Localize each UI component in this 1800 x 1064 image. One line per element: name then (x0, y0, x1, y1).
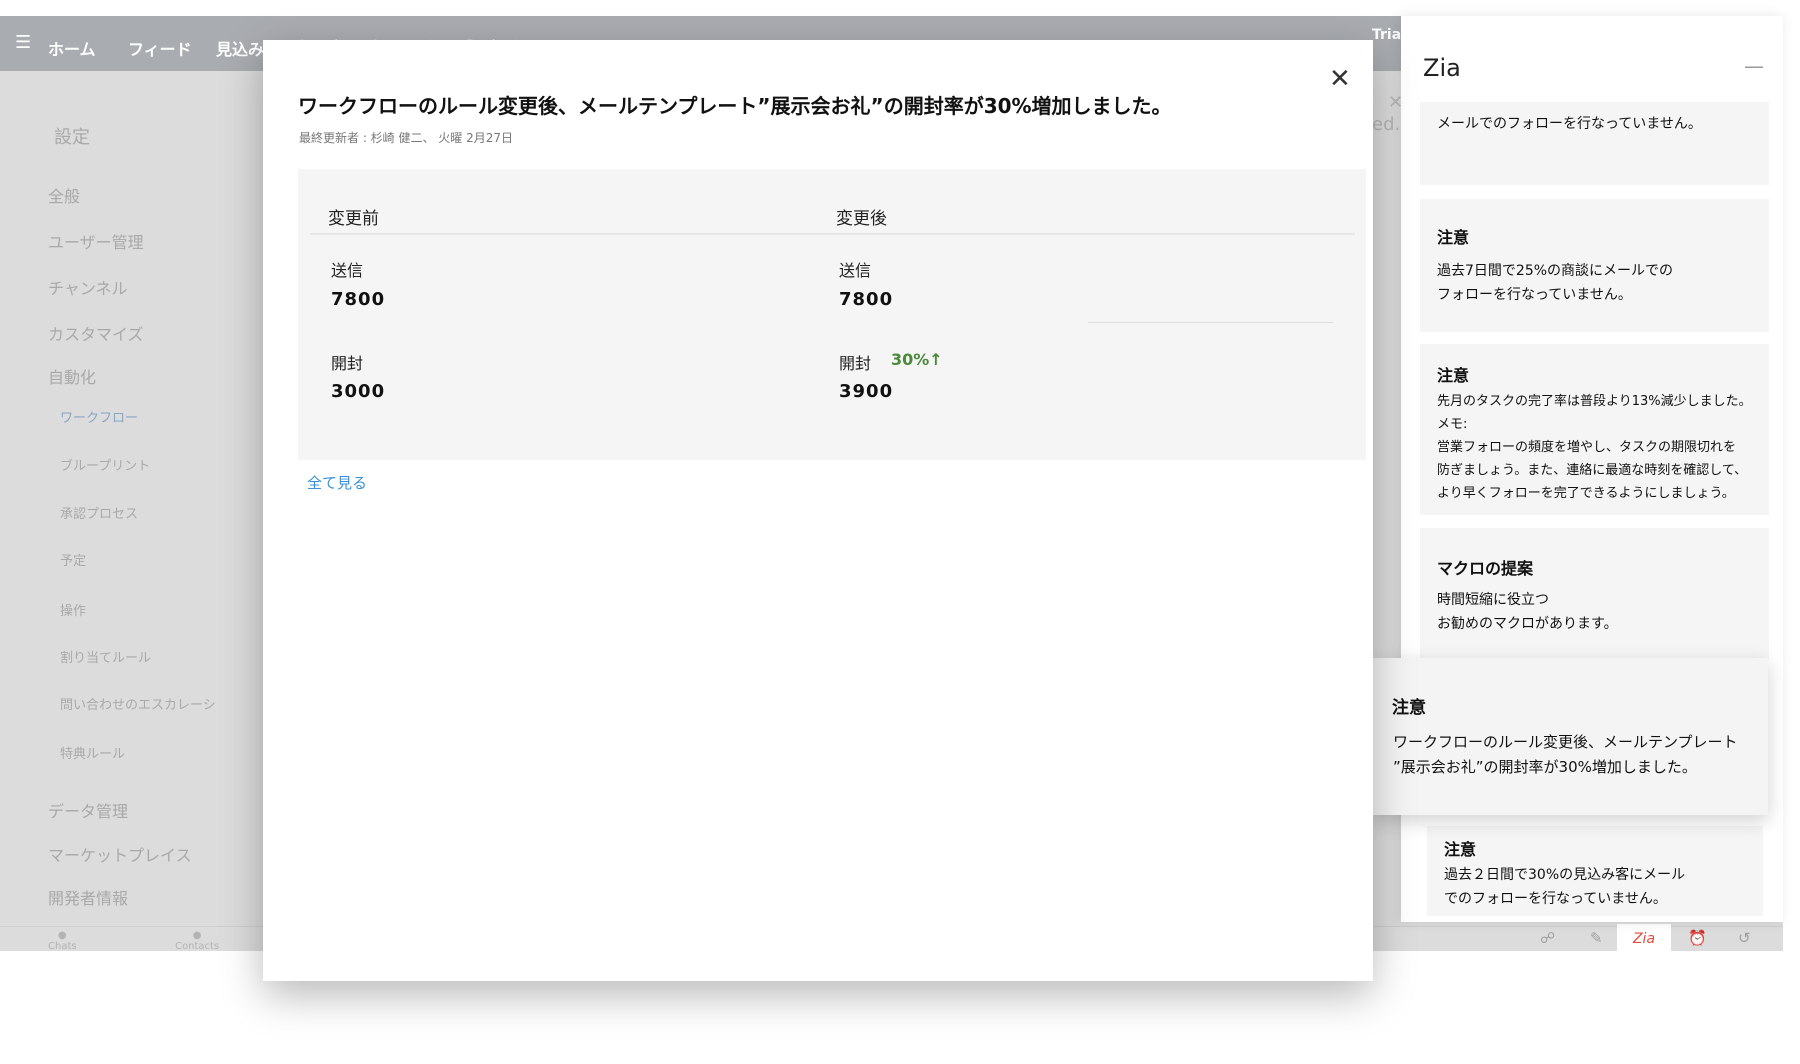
comparison-table: 変更前 変更後 送信 7800 開封 3000 送信 7800 開封 30%↑ … (298, 169, 1366, 460)
nav-tab-feed[interactable]: フィード (128, 36, 192, 60)
zia-card-body: 時間短縮に役立つ お勧めのマクロがあります。 (1437, 592, 1618, 632)
settings-sidebar: 設定 全般 ユーザー管理 チャンネル カスタマイズ 自動化 ワークフロー ブルー… (0, 71, 262, 943)
after-sent-value: 7800 (839, 289, 894, 310)
close-icon[interactable]: ✕ (1329, 64, 1351, 94)
chats-label: Chats (48, 941, 77, 951)
notes-icon[interactable]: ✎ (1590, 929, 1603, 947)
sidebar-item-automation[interactable]: 自動化 (48, 364, 96, 388)
zia-card-title: 注意 (1437, 366, 1470, 385)
zia-card-body: ワークフローのルール変更後、メールテンプレート ”展示会お礼”の開封率が30%増… (1393, 733, 1738, 776)
after-open-label: 開封 (839, 354, 872, 373)
before-open-label: 開封 (331, 354, 364, 373)
history-icon[interactable]: ↺ (1738, 929, 1751, 947)
after-header: 変更後 (836, 209, 887, 229)
sidebar-sub-blueprint[interactable]: ブループリント (60, 455, 150, 474)
zia-card-title: 注意 (1444, 840, 1477, 859)
zia-card-title: マクロの提案 (1437, 559, 1534, 578)
sidebar-item-users[interactable]: ユーザー管理 (48, 229, 144, 253)
sidebar-sub-actions[interactable]: 操作 (60, 600, 86, 619)
sidebar-sub-escalation[interactable]: 問い合わせのエスカレーシ (60, 694, 216, 713)
zia-card[interactable]: 注意 先月のタスクの完了率は普段より13%減少しました。 メモ: 営業フォローの… (1420, 344, 1769, 515)
contacts-shortcut[interactable]: ● Contacts (175, 930, 219, 951)
zia-card[interactable]: メールでのフォローを行なっていません。 (1420, 102, 1769, 185)
sidebar-sub-schedule[interactable]: 予定 (60, 550, 86, 569)
insight-detail-modal: ✕ ワークフローのルール変更後、メールテンプレート”展示会お礼”の開封率が30%… (263, 40, 1373, 981)
contacts-label: Contacts (175, 941, 220, 951)
sidebar-sub-workflow[interactable]: ワークフロー (60, 407, 138, 426)
minimize-icon[interactable]: — (1744, 54, 1764, 78)
gamepad-icon[interactable]: ☍ (1540, 929, 1555, 947)
zia-card-title: 注意 (1392, 698, 1426, 718)
chats-shortcut[interactable]: ● Chats (48, 930, 77, 951)
sidebar-item-channels[interactable]: チャンネル (48, 275, 128, 299)
zia-card-title: 注意 (1437, 228, 1470, 247)
modal-title: ワークフローのルール変更後、メールテンプレート”展示会お礼”の開封率が30%増加… (298, 94, 1172, 118)
sidebar-sub-approval[interactable]: 承認プロセス (60, 503, 138, 522)
menu-icon[interactable]: ☰ (15, 32, 31, 53)
sidebar-sub-assignment[interactable]: 割り当てルール (60, 647, 151, 666)
zia-card[interactable]: マクロの提案 時間短縮に役立つ お勧めのマクロがあります。 (1420, 528, 1769, 660)
row-divider (1088, 322, 1333, 323)
last-updated-meta: 最終更新者 : 杉崎 健二、 火曜 2月27日 (299, 131, 514, 145)
sidebar-item-data[interactable]: データ管理 (48, 798, 128, 822)
zia-card-body: メールでのフォローを行なっていません。 (1437, 116, 1702, 132)
background-text-fragment: ed. (1372, 114, 1401, 135)
see-all-link[interactable]: 全て見る (307, 472, 367, 493)
sidebar-sub-rewards[interactable]: 特典ルール (60, 743, 125, 762)
alarm-icon[interactable]: ⏰ (1688, 929, 1707, 947)
sidebar-item-customize[interactable]: カスタマイズ (48, 321, 144, 345)
zia-highlighted-card[interactable]: 注意 ワークフローのルール変更後、メールテンプレート ”展示会お礼”の開封率が3… (1373, 658, 1768, 815)
sidebar-item-developer[interactable]: 開発者情報 (48, 885, 128, 909)
sidebar-item-marketplace[interactable]: マーケットプレイス (48, 842, 192, 866)
zia-card-body: 先月のタスクの完了率は普段より13%減少しました。 メモ: 営業フォローの頻度を… (1437, 394, 1752, 501)
sidebar-item-general[interactable]: 全般 (48, 183, 80, 207)
zia-card[interactable]: 注意 過去7日間で25%の商談にメールでの フォローを行なっていません。 (1420, 199, 1769, 332)
after-sent-label: 送信 (839, 261, 872, 280)
zia-launcher-button[interactable]: Zia (1617, 924, 1671, 951)
zia-card-body: 過去7日間で25%の商談にメールでの フォローを行なっていません。 (1437, 263, 1674, 303)
nav-tab-prospects[interactable]: 見込み (216, 36, 264, 60)
before-sent-label: 送信 (331, 261, 364, 280)
before-open-value: 3000 (331, 381, 386, 402)
open-rate-change: 30%↑ (891, 350, 943, 369)
zia-card-body: 過去２日間で30%の見込み客にメール でのフォローを行なっていません。 (1444, 867, 1686, 907)
before-sent-value: 7800 (331, 289, 386, 310)
zia-panel-title: Zia (1423, 54, 1461, 82)
zia-card[interactable]: 注意 過去２日間で30%の見込み客にメール でのフォローを行なっていません。 (1427, 826, 1763, 916)
header-divider (310, 233, 1355, 235)
before-header: 変更前 (328, 209, 379, 229)
nav-tab-home[interactable]: ホーム (48, 36, 96, 60)
after-open-value: 3900 (839, 381, 894, 402)
settings-title: 設定 (54, 127, 90, 148)
